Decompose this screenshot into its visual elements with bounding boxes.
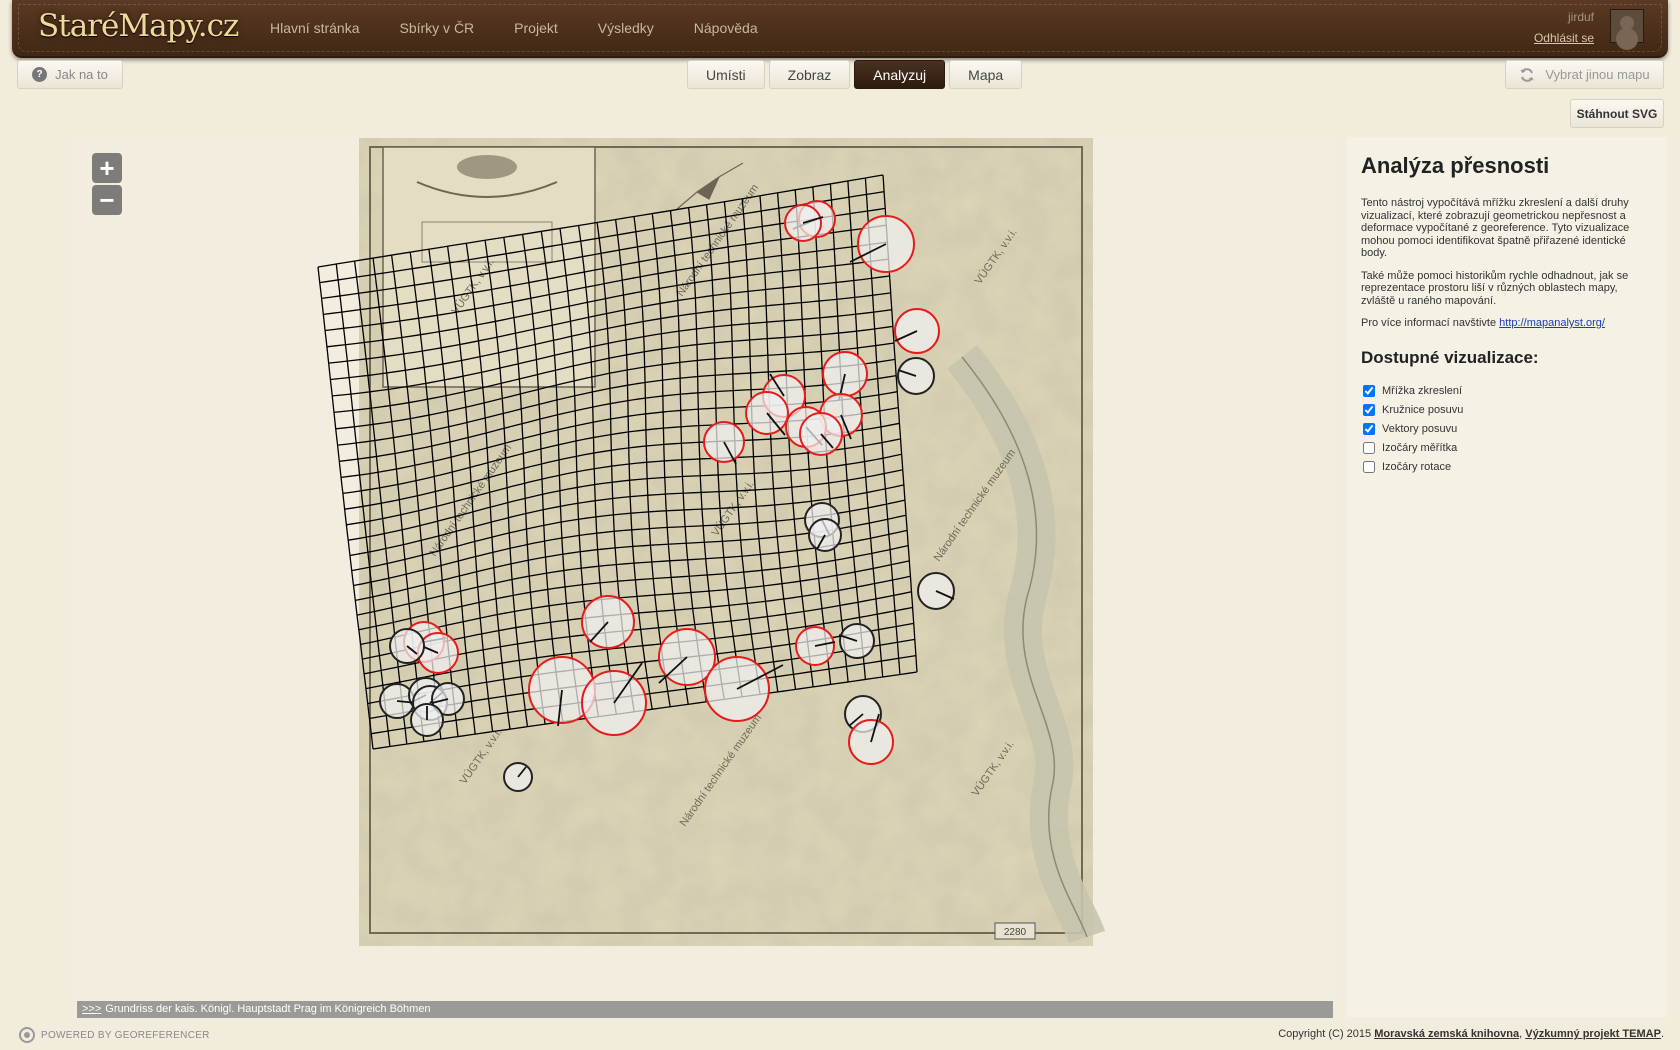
option-label: Izočáry měřítka xyxy=(1382,442,1458,454)
option-rotation-isolines[interactable]: Izočáry rotace xyxy=(1361,458,1653,477)
map-canvas[interactable]: 2280 VÚGTK, v.v.i. VÚGTK, v.v.i. VÚGTK, … xyxy=(77,137,1333,1002)
panel-more-info: Pro více informací navštivte http://mapa… xyxy=(1361,317,1653,330)
top-bar: StaréMapy.cz Hlavní stránka Sbírky v ČR … xyxy=(12,0,1668,58)
tab-show[interactable]: Zobraz xyxy=(768,60,851,89)
tab-place[interactable]: Umísti xyxy=(687,60,765,89)
mapanalyst-link[interactable]: http://mapanalyst.org/ xyxy=(1499,317,1605,329)
link-mzk[interactable]: Moravská zemská knihovna xyxy=(1374,1028,1519,1040)
refresh-icon xyxy=(1520,67,1534,82)
link-temap[interactable]: Výzkumný projekt TEMAP xyxy=(1525,1028,1661,1040)
zoom-in-button[interactable]: + xyxy=(92,153,122,183)
option-label: Vektory posuvu xyxy=(1382,423,1458,435)
checkbox-displacement-circles[interactable] xyxy=(1363,404,1375,416)
help-label: Jak na to xyxy=(55,67,108,82)
option-label: Mřížka zkreslení xyxy=(1382,385,1463,397)
username: jirduf xyxy=(1567,10,1594,24)
question-icon: ? xyxy=(32,67,48,82)
help-button[interactable]: ? Jak na to xyxy=(17,60,123,89)
map-viewport[interactable]: 2280 VÚGTK, v.v.i. VÚGTK, v.v.i. VÚGTK, … xyxy=(77,137,1333,1002)
analysis-panel: Analýza přesnosti Tento nástroj vypočítá… xyxy=(1347,137,1667,1017)
nav-home[interactable]: Hlavní stránka xyxy=(270,20,359,36)
panel-description-2: Také může pomoci historikům rychle odhad… xyxy=(1361,269,1629,307)
option-displacement-vectors[interactable]: Vektory posuvu xyxy=(1361,420,1653,439)
georeferencer-logo-icon xyxy=(19,1027,35,1043)
main-nav: Hlavní stránka Sbírky v ČR Projekt Výsle… xyxy=(270,20,758,36)
tab-analyze[interactable]: Analyzuj xyxy=(854,60,946,89)
caption-expand-link[interactable]: >>> xyxy=(82,1003,101,1015)
download-svg-button[interactable]: Stáhnout SVG xyxy=(1570,99,1664,128)
map-number: 2280 xyxy=(1004,927,1027,938)
panel-description: Tento nástroj vypočítává mřížku zkreslen… xyxy=(1361,197,1630,259)
option-label: Izočáry rotace xyxy=(1382,461,1452,473)
switch-map-label: Vybrat jinou mapu xyxy=(1545,67,1650,82)
checkbox-distortion-grid[interactable] xyxy=(1363,385,1375,397)
zoom-out-button[interactable]: − xyxy=(92,185,122,215)
panel-title: Analýza přesnosti xyxy=(1361,153,1550,178)
user-box: jirduf Odhlásit se xyxy=(1534,10,1594,45)
option-displacement-circles[interactable]: Kružnice posuvu xyxy=(1361,401,1653,420)
powered-by-text: POWERED BY GEOREFERENCER xyxy=(41,1029,210,1041)
checkbox-displacement-vectors[interactable] xyxy=(1363,423,1375,435)
option-scale-isolines[interactable]: Izočáry měřítka xyxy=(1361,439,1653,458)
nav-collections[interactable]: Sbírky v ČR xyxy=(399,20,474,36)
avatar[interactable] xyxy=(1610,9,1644,43)
checkbox-rotation-isolines[interactable] xyxy=(1363,461,1375,473)
copyright-prefix: Copyright (C) 2015 xyxy=(1278,1028,1375,1040)
tab-map[interactable]: Mapa xyxy=(949,60,1023,89)
logout-link[interactable]: Odhlásit se xyxy=(1534,31,1594,45)
site-logo[interactable]: StaréMapy.cz xyxy=(38,8,239,44)
switch-map-button[interactable]: Vybrat jinou mapu xyxy=(1505,60,1664,89)
nav-help[interactable]: Nápověda xyxy=(694,20,758,36)
caption-text: Grundriss der kais. Königl. Hauptstadt P… xyxy=(105,1003,431,1015)
visualizations-title: Dostupné vizualizace: xyxy=(1361,347,1539,367)
copyright-suffix: . xyxy=(1660,1028,1664,1040)
nav-project[interactable]: Projekt xyxy=(514,20,558,36)
powered-by: POWERED BY GEOREFERENCER xyxy=(19,1027,210,1043)
nav-results[interactable]: Výsledky xyxy=(598,20,654,36)
map-caption: >>> Grundriss der kais. Königl. Hauptstad… xyxy=(77,1001,1333,1018)
mode-tabs: Umísti Zobraz Analyzuj Mapa xyxy=(687,60,1023,89)
checkbox-scale-isolines[interactable] xyxy=(1363,442,1375,454)
option-label: Kružnice posuvu xyxy=(1382,404,1464,416)
option-distortion-grid[interactable]: Mřížka zkreslení xyxy=(1361,382,1653,401)
copyright: Copyright (C) 2015 Moravská zemská kniho… xyxy=(1278,1028,1664,1040)
more-info-prefix: Pro více informací navštivte xyxy=(1361,317,1500,329)
